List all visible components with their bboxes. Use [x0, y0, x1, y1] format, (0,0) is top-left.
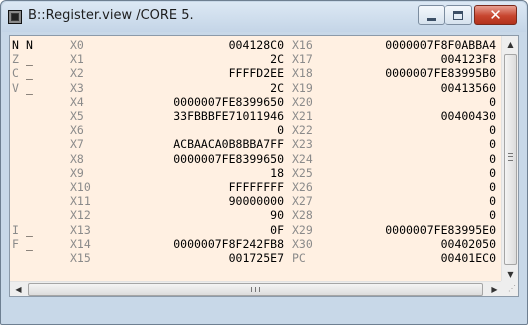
flag-name: N: [12, 38, 19, 52]
register-name: X12: [70, 208, 91, 223]
register-row: X9 18 X25 0: [10, 166, 503, 180]
register-value[interactable]: 0: [310, 166, 496, 180]
flag-name: C: [12, 66, 19, 81]
register-value[interactable]: 0000007F8F0ABBA4: [310, 38, 496, 52]
flag-value: _: [26, 80, 33, 95]
close-button[interactable]: ✕: [474, 5, 517, 25]
register-value[interactable]: 0: [122, 123, 284, 137]
register-value[interactable]: 0000007FE8399650: [122, 95, 284, 109]
register-value[interactable]: 0000007F8F242FB8: [122, 237, 284, 251]
register-value[interactable]: FFFFFFFF: [122, 180, 284, 194]
register-name: X4: [70, 94, 84, 109]
register-row: F _ X14 0000007F8F242FB8 X30 00402050: [10, 237, 503, 251]
register-value[interactable]: 0: [310, 208, 496, 222]
register-row: X10 FFFFFFFF X26 0: [10, 180, 503, 194]
register-value[interactable]: 0: [310, 137, 496, 151]
register-value[interactable]: 0F: [122, 223, 284, 237]
register-value[interactable]: 0: [310, 152, 496, 166]
register-name: X10: [70, 180, 91, 194]
flag-value: _: [26, 222, 33, 237]
register-value[interactable]: 0000007FE83995E0: [310, 223, 496, 237]
register-row: Z _ X1 2C X17 004123F8: [10, 52, 503, 66]
register-row: X6 0 X22 0: [10, 123, 503, 137]
flag-value: _: [26, 236, 33, 251]
vertical-scroll-thumb[interactable]: [504, 54, 517, 265]
register-value[interactable]: 004128C0: [122, 38, 284, 52]
register-name: X9: [70, 165, 84, 180]
register-grid: N N X0 004128C0 X16 0000007F8F0ABBA4 Z _ X1 2C X17…: [10, 36, 503, 296]
flag-name: Z: [12, 52, 19, 67]
register-name: X14: [70, 236, 91, 251]
register-value[interactable]: 004123F8: [310, 52, 496, 66]
close-icon: ✕: [489, 6, 502, 24]
maximize-icon: [453, 11, 463, 20]
register-name: X6: [70, 123, 84, 138]
horizontal-scroll-thumb[interactable]: [28, 283, 483, 296]
minimize-button[interactable]: [418, 5, 445, 25]
register-name: X15: [70, 251, 91, 265]
register-value[interactable]: 0: [310, 180, 496, 194]
register-value[interactable]: 90000000: [122, 194, 284, 208]
register-row: N N X0 004128C0 X16 0000007F8F0ABBA4: [10, 38, 503, 52]
register-value[interactable]: 0: [310, 123, 496, 137]
register-name: X11: [70, 194, 91, 209]
register-row: C _ X2 FFFFD2EE X18 0000007FE83995B0: [10, 66, 503, 80]
register-row: X5 33FBBBFE71011946 X21 00400430: [10, 109, 503, 123]
register-value[interactable]: 00402050: [310, 237, 496, 251]
register-value[interactable]: FFFFD2EE: [122, 66, 284, 80]
register-name: X7: [70, 137, 84, 152]
register-row: I _ X13 0F X29 0000007FE83995E0: [10, 223, 503, 237]
register-value[interactable]: 2C: [122, 81, 284, 95]
title-bar[interactable]: B::Register.view /CORE 5. ✕: [2, 2, 526, 32]
flag-value: _: [26, 52, 33, 67]
scroll-up-icon[interactable]: ▲: [502, 36, 518, 53]
minimize-icon: [427, 18, 436, 21]
register-value[interactable]: 2C: [122, 52, 284, 66]
register-row: X12 90 X28 0: [10, 208, 503, 222]
register-name: X1: [70, 52, 84, 67]
register-value[interactable]: 0000007FE8399650: [122, 152, 284, 166]
horizontal-scrollbar[interactable]: ◀ ▶: [10, 281, 503, 296]
register-value[interactable]: 00413560: [310, 81, 496, 95]
scroll-left-icon[interactable]: ◀: [10, 282, 27, 296]
register-name: X2: [70, 66, 84, 81]
register-name: X8: [70, 151, 84, 166]
register-value[interactable]: 0000007FE83995B0: [310, 66, 496, 80]
register-value[interactable]: 001725E7: [122, 251, 284, 265]
flag-name: I: [12, 222, 19, 237]
register-row: X11 90000000 X27 0: [10, 194, 503, 208]
register-value[interactable]: 90: [122, 208, 284, 222]
register-row: X4 0000007FE8399650 X20 0: [10, 95, 503, 109]
grip-icon: [508, 153, 513, 161]
register-value[interactable]: 0: [310, 95, 496, 109]
maximize-button[interactable]: [445, 5, 472, 25]
vertical-scrollbar[interactable]: ▲ ▼: [501, 36, 518, 283]
trace32-app-icon[interactable]: [8, 10, 22, 24]
register-value[interactable]: 33FBBBFE71011946: [122, 109, 284, 123]
register-name: X13: [70, 222, 91, 237]
flag-value: _: [26, 66, 33, 81]
register-value[interactable]: 0: [310, 194, 496, 208]
flag-name: V: [12, 80, 19, 95]
register-row: X7 ACBAACA0B8BBA7FF X23 0: [10, 137, 503, 151]
register-name: X5: [70, 109, 84, 123]
flag-value: N: [26, 38, 33, 52]
register-view-window: B::Register.view /CORE 5. ✕ N N X0 004128C0…: [0, 0, 528, 325]
register-value[interactable]: ACBAACA0B8BBA7FF: [122, 137, 284, 151]
window-title: B::Register.view /CORE 5.: [28, 8, 194, 23]
register-panel: N N X0 004128C0 X16 0000007F8F0ABBA4 Z _ X1 2C X17…: [9, 35, 519, 297]
register-row: V _ X3 2C X19 00413560: [10, 81, 503, 95]
register-value[interactable]: 00401EC0: [310, 251, 496, 265]
register-row: X8 0000007FE8399650 X24 0: [10, 152, 503, 166]
register-name: X3: [70, 80, 84, 95]
flag-name: F: [12, 236, 19, 251]
grip-icon: [251, 287, 260, 292]
register-value[interactable]: 18: [122, 166, 284, 180]
register-row: X15 001725E7 PC 00401EC0: [10, 251, 503, 265]
resize-grip-icon[interactable]: ⋰: [501, 281, 518, 296]
register-value[interactable]: 00400430: [310, 109, 496, 123]
register-name: X0: [70, 38, 84, 52]
